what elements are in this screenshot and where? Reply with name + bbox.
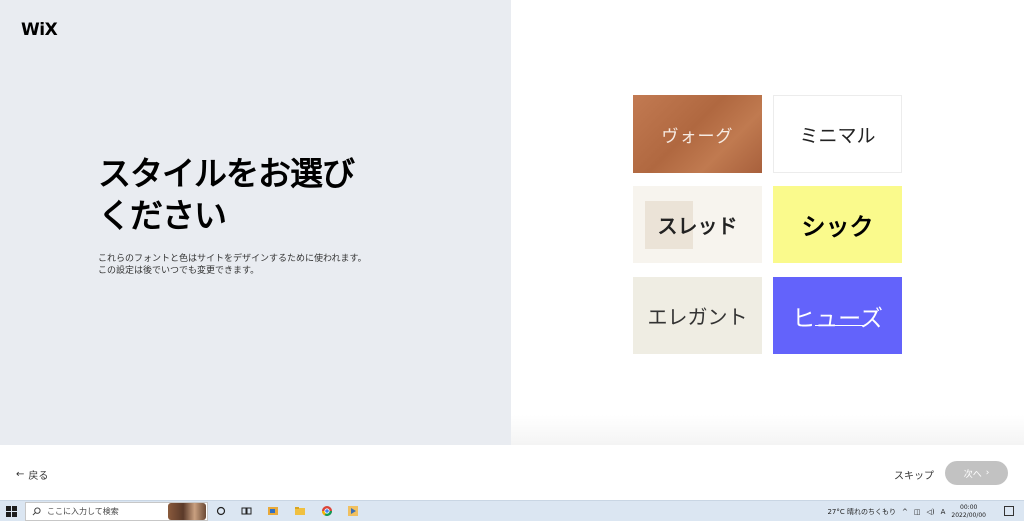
intro-panel: WiX スタイルをお選び ください これらのフォントと色はサイトをデザインするた… [0, 0, 511, 445]
skip-button[interactable]: スキップ [894, 467, 934, 482]
system-tray: 27°C 晴れのちくもり ^ ◫ ◁) A 00:00 2022/00/00 [827, 501, 986, 522]
style-tile-label: ヴォーグ [661, 126, 734, 147]
network-icon[interactable]: ◫ [914, 508, 921, 516]
next-label: 次へ [963, 469, 982, 480]
style-tile-chic[interactable]: シック [773, 186, 902, 263]
volume-icon[interactable]: ◁) [926, 508, 934, 516]
style-tile-thread[interactable]: スレッド [633, 186, 762, 263]
taskbar-search-placeholder: ここに入力して検索 [47, 507, 119, 516]
chevron-up-icon[interactable]: ^ [902, 508, 908, 516]
panel-fade [511, 415, 1024, 445]
ime-icon[interactable]: A [941, 508, 946, 516]
chrome-icon[interactable] [320, 504, 334, 518]
taskbar-clock[interactable]: 00:00 2022/00/00 [951, 504, 986, 520]
search-highlight-image [168, 503, 206, 520]
folder-icon[interactable] [293, 504, 307, 518]
description-line-2: この設定は後でいつでも変更できます。 [98, 266, 260, 276]
style-tile-vogue[interactable]: ヴォーグ [633, 95, 762, 173]
weather-status[interactable]: 27°C 晴れのちくもり [827, 507, 896, 517]
style-tile-label: シック [801, 213, 874, 241]
next-button[interactable]: 次へ › [945, 461, 1008, 485]
media-app-icon[interactable] [346, 504, 360, 518]
magnifier-icon [32, 507, 41, 516]
wix-onboarding-window: WiX スタイルをお選び ください これらのフォントと色はサイトをデザインするた… [0, 0, 1024, 500]
style-tile-label: ミニマル [799, 124, 876, 147]
clock-date: 2022/00/00 [951, 511, 986, 519]
description-line-1: これらのフォントと色はサイトをデザインするために使われます。 [98, 254, 367, 264]
style-tile-label: ヒューズ [792, 305, 883, 332]
style-grid: ヴォーグ ミニマル スレッド シック エレガント ヒューズ [633, 95, 903, 355]
chevron-right-icon: › [985, 468, 990, 478]
page-title: スタイルをお選び ください [98, 153, 428, 237]
cortana-icon[interactable] [214, 504, 228, 518]
style-tile-label: スレッド [657, 214, 738, 238]
back-label: 戻る [28, 471, 49, 482]
style-tile-minimal[interactable]: ミニマル [773, 95, 902, 173]
page-description: これらのフォントと色はサイトをデザインするために使われます。 この設定は後でいつ… [98, 253, 428, 277]
back-button[interactable]: ← 戻る [16, 467, 48, 482]
wix-logo[interactable]: WiX [21, 20, 58, 40]
fuse-underline [815, 325, 863, 326]
style-tile-elegant[interactable]: エレガント [633, 277, 762, 354]
footer-bar: ← 戻る スキップ 次へ › [0, 445, 1024, 500]
style-tile-label: エレガント [647, 305, 748, 329]
mail-app-icon[interactable] [266, 504, 280, 518]
page-title-line-1: スタイルをお選び [98, 154, 355, 193]
windows-start-icon[interactable] [6, 506, 18, 518]
style-tile-fuse[interactable]: ヒューズ [773, 277, 902, 354]
notification-icon[interactable] [1004, 506, 1014, 516]
clock-time: 00:00 [960, 503, 978, 511]
task-view-icon[interactable] [239, 504, 253, 518]
arrow-left-icon: ← [16, 469, 25, 480]
page-title-line-2: ください [98, 196, 227, 235]
windows-taskbar: ここに入力して検索 27°C 晴れのちくもり ^ ◫ ◁) A 00:00 20… [0, 500, 1024, 521]
